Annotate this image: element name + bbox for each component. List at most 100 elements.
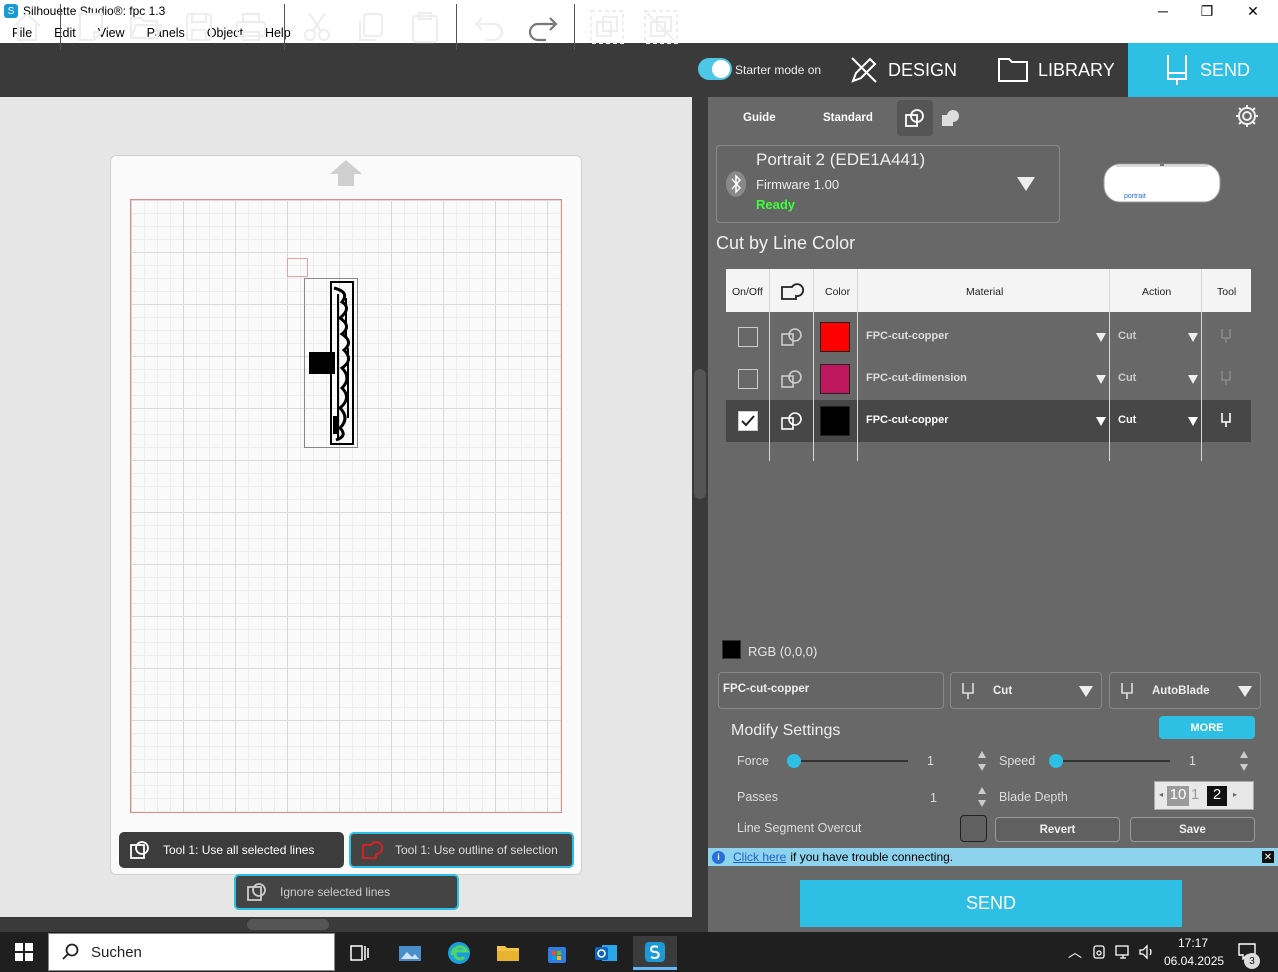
print-icon[interactable]: [232, 8, 270, 46]
speed-stepper[interactable]: [1240, 751, 1248, 771]
material-field-value: FPC-cut-copper: [723, 683, 810, 695]
new-document-icon[interactable]: [72, 8, 110, 46]
table-row[interactable]: FPC-cut-copper Cut: [726, 316, 1251, 358]
file-explorer-icon[interactable]: [486, 936, 530, 970]
force-slider-knob[interactable]: [787, 754, 801, 768]
cut-lines-icon[interactable]: [780, 326, 804, 348]
group-icon[interactable]: [588, 8, 626, 46]
tab-send[interactable]: SEND: [1128, 43, 1278, 97]
line-segment-overcut-checkbox[interactable]: [960, 815, 987, 842]
close-button[interactable]: ✕: [1230, 0, 1276, 22]
material-field[interactable]: FPC-cut-copper: [718, 672, 944, 709]
blade-depth-label: Blade Depth: [999, 790, 1068, 804]
clock-date[interactable]: 06.04.2025: [1164, 954, 1224, 968]
use-outline-selection-button[interactable]: Tool 1: Use outline of selection: [349, 832, 574, 868]
taskbar-search-placeholder: Suchen: [91, 943, 142, 961]
cut-icon[interactable]: [298, 8, 336, 46]
save-icon[interactable]: [180, 8, 218, 46]
device-dropdown-icon[interactable]: [1017, 177, 1035, 191]
material-dropdown-icon[interactable]: [1096, 375, 1106, 384]
cut-lines-icon[interactable]: [780, 368, 804, 390]
speed-slider[interactable]: [1054, 760, 1170, 762]
library-folder-icon: [998, 58, 1028, 82]
ignore-selected-lines-label: Ignore selected lines: [280, 885, 391, 899]
click-here-link[interactable]: Click here: [733, 850, 786, 864]
material-dropdown-icon[interactable]: [1096, 417, 1106, 426]
save-button[interactable]: Save: [1130, 817, 1255, 842]
cut-lines-icon[interactable]: [780, 410, 804, 432]
force-slider[interactable]: [792, 760, 908, 762]
tab-library[interactable]: LIBRARY: [996, 43, 1126, 97]
tray-device-icon[interactable]: [1091, 944, 1107, 960]
settings-gear-icon[interactable]: [1229, 98, 1265, 134]
action-dropdown-icon[interactable]: [1188, 417, 1198, 426]
edge-browser-icon[interactable]: [437, 936, 481, 970]
speed-value[interactable]: 1: [1189, 754, 1196, 768]
blade-depth-dial[interactable]: ◂ 10 1 2 ▸: [1154, 781, 1254, 810]
action-dropdown-icon[interactable]: [1188, 333, 1198, 342]
material-dropdown-icon[interactable]: [1096, 333, 1106, 342]
undo-icon[interactable]: [470, 8, 508, 46]
blade-dial-right-arrow-icon: ▸: [1233, 790, 1238, 799]
action-field[interactable]: Cut: [950, 672, 1102, 709]
action-dropdown-icon[interactable]: [1188, 375, 1198, 384]
canvas-horizontal-scrollbar[interactable]: [0, 917, 692, 932]
paste-icon[interactable]: [406, 8, 444, 46]
passes-stepper[interactable]: [978, 787, 986, 807]
design-pencil-icon: [851, 57, 877, 83]
info-icon: i: [712, 850, 725, 864]
tool-field[interactable]: AutoBlade: [1109, 672, 1261, 709]
task-view-icon[interactable]: [338, 936, 382, 970]
use-all-selected-lines-label: Tool 1: Use all selected lines: [163, 843, 315, 857]
force-stepper[interactable]: [978, 751, 986, 771]
row-enable-checkbox[interactable]: [738, 369, 758, 389]
maximize-button[interactable]: ❐: [1184, 0, 1230, 22]
network-icon[interactable]: [1114, 944, 1132, 960]
action-dropdown-icon[interactable]: [1079, 686, 1093, 697]
passes-value[interactable]: 1: [930, 791, 937, 805]
ignore-selected-lines-button[interactable]: Ignore selected lines: [234, 874, 459, 910]
header-tool: Tool: [1217, 286, 1237, 298]
blade-dial-digit: 10: [1167, 786, 1189, 806]
tool-dropdown-icon[interactable]: [1238, 686, 1252, 697]
passes-label: Passes: [737, 790, 778, 804]
send-button[interactable]: SEND: [800, 880, 1182, 927]
fill-color-mode-icon[interactable]: [933, 100, 969, 136]
minimize-button[interactable]: ─: [1140, 0, 1186, 22]
use-all-selected-lines-button[interactable]: Tool 1: Use all selected lines: [119, 832, 344, 868]
volume-icon[interactable]: [1138, 944, 1156, 960]
tool-field-value: AutoBlade: [1152, 685, 1210, 697]
taskbar-search-box[interactable]: Suchen: [48, 933, 335, 971]
starter-mode-toggle[interactable]: [698, 58, 732, 80]
tab-guide[interactable]: Guide: [743, 112, 776, 124]
close-info-bar-icon[interactable]: ✕: [1262, 851, 1274, 863]
outlook-icon[interactable]: [584, 936, 628, 970]
home-icon[interactable]: [8, 8, 46, 46]
microsoft-store-icon[interactable]: [535, 936, 579, 970]
clock-time[interactable]: 17:17: [1178, 936, 1208, 950]
canvas-vertical-scrollbar[interactable]: [692, 97, 708, 932]
open-folder-icon[interactable]: [126, 8, 164, 46]
photos-app-icon[interactable]: [388, 936, 432, 970]
table-row[interactable]: FPC-cut-copper Cut: [726, 400, 1251, 442]
ungroup-icon[interactable]: [642, 8, 680, 46]
windows-start-icon[interactable]: [15, 943, 33, 961]
redo-icon[interactable]: [524, 8, 562, 46]
tray-overflow-chevron-icon[interactable]: ︿: [1068, 942, 1082, 962]
line-color-mode-icon[interactable]: [897, 100, 933, 136]
connection-help-bar: i Click here if you have trouble connect…: [708, 848, 1278, 866]
fpc-design-shape[interactable]: [304, 278, 358, 448]
tab-standard[interactable]: Standard: [823, 112, 873, 124]
copy-icon[interactable]: [352, 8, 390, 46]
table-row[interactable]: FPC-cut-dimension Cut: [726, 358, 1251, 400]
speed-slider-knob[interactable]: [1049, 754, 1063, 768]
silhouette-studio-taskbar-icon[interactable]: [633, 936, 677, 970]
row-enable-checkbox[interactable]: [738, 411, 758, 431]
tab-design[interactable]: DESIGN: [848, 43, 978, 97]
revert-button[interactable]: Revert: [995, 817, 1120, 842]
blade-dial-left-arrow-icon: ◂: [1159, 790, 1164, 799]
row-enable-checkbox[interactable]: [738, 327, 758, 347]
more-button[interactable]: MORE: [1159, 716, 1255, 739]
blade-dial-digit: 1: [1191, 786, 1200, 803]
force-value[interactable]: 1: [927, 754, 934, 768]
